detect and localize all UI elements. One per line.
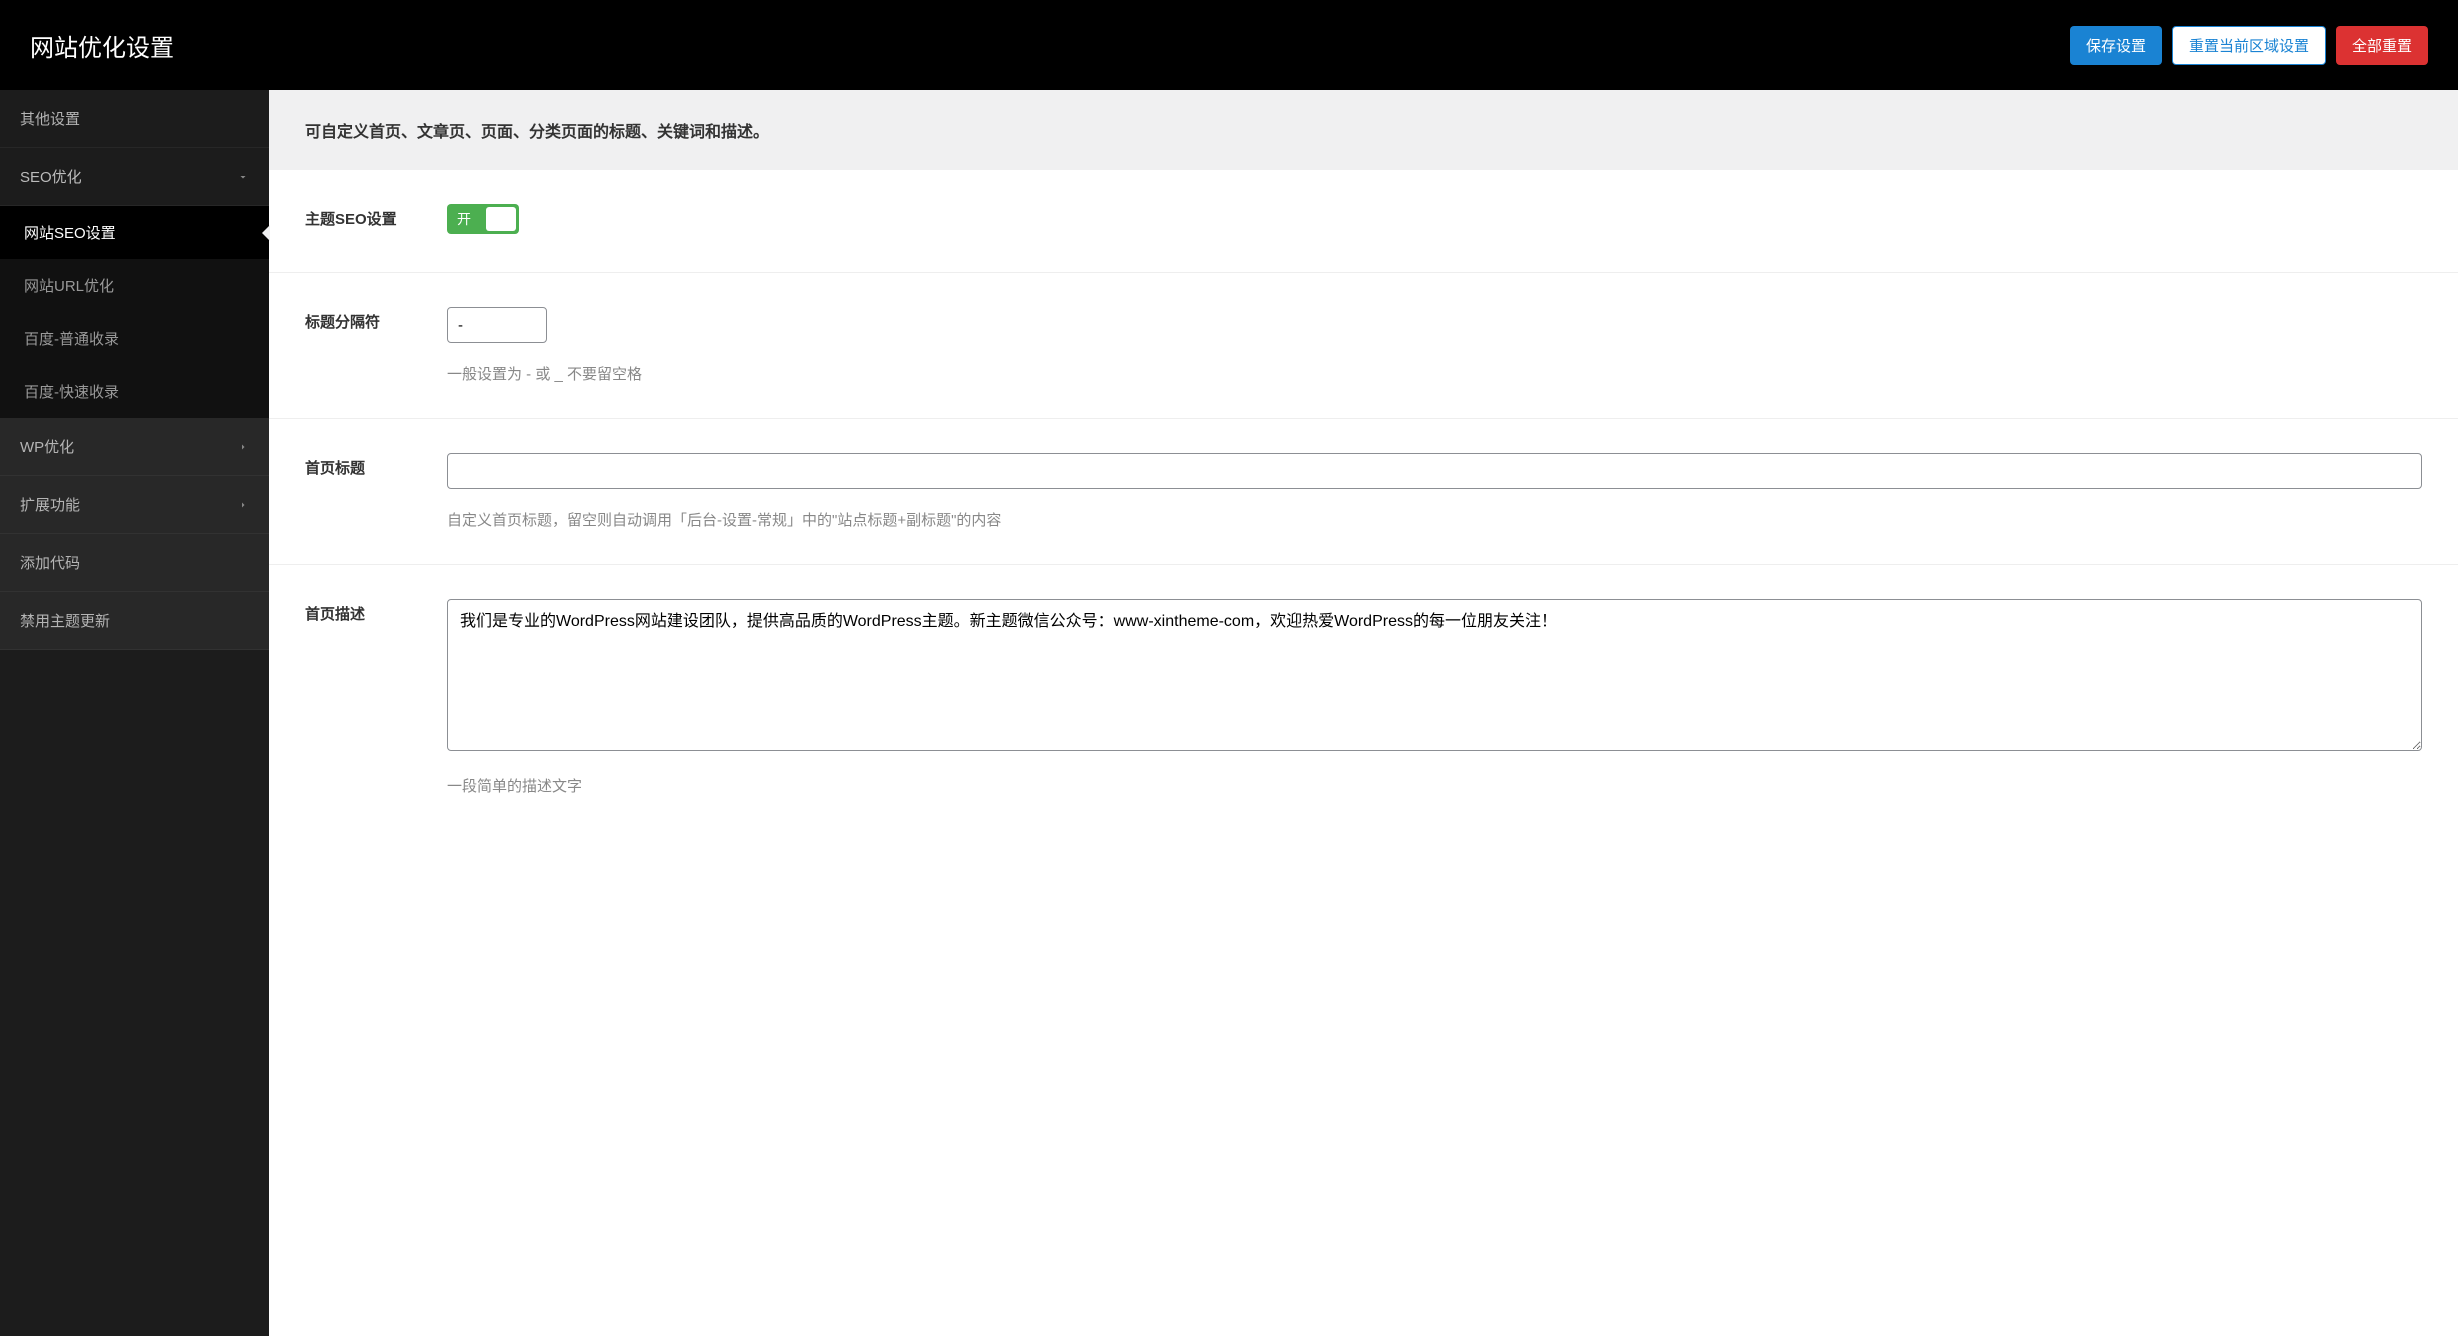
sidebar-subitem-url-optimize[interactable]: 网站URL优化	[0, 259, 269, 312]
sidebar-item-label: 百度-快速收录	[24, 384, 119, 401]
sidebar-item-label: 禁用主题更新	[20, 610, 110, 631]
main-container: 其他设置 SEO优化 网站SEO设置 网站URL优化 百度-普通收录 百度-快速…	[0, 90, 2458, 1336]
sidebar-item-other-settings[interactable]: 其他设置	[0, 90, 269, 148]
sidebar-item-label: 其他设置	[20, 108, 80, 129]
toggle-handle	[486, 207, 516, 231]
form-row-theme-seo: 主题SEO设置 开	[269, 170, 2458, 273]
sidebar-subitem-baidu-normal[interactable]: 百度-普通收录	[0, 312, 269, 365]
toggle-on-label: 开	[457, 209, 471, 229]
help-text: 一段简单的描述文字	[447, 775, 2422, 796]
sidebar-subitem-baidu-fast[interactable]: 百度-快速收录	[0, 365, 269, 418]
field-label: 标题分隔符	[305, 307, 447, 332]
page-title: 网站优化设置	[30, 28, 174, 63]
sidebar-item-extensions[interactable]: 扩展功能	[0, 476, 269, 534]
field-control: 一段简单的描述文字	[447, 599, 2422, 796]
chevron-right-icon	[237, 441, 249, 453]
sidebar-item-disable-theme-update[interactable]: 禁用主题更新	[0, 592, 269, 650]
field-label: 首页描述	[305, 599, 447, 624]
sidebar-subitem-site-seo[interactable]: 网站SEO设置	[0, 206, 269, 259]
home-title-input[interactable]	[447, 453, 2422, 489]
home-description-textarea[interactable]	[447, 599, 2422, 751]
sidebar-item-seo[interactable]: SEO优化	[0, 148, 269, 206]
header-actions: 保存设置 重置当前区域设置 全部重置	[2070, 26, 2428, 65]
page-description: 可自定义首页、文章页、页面、分类页面的标题、关键词和描述。	[269, 90, 2458, 170]
chevron-down-icon	[237, 171, 249, 183]
sidebar-item-wp-optimize[interactable]: WP优化	[0, 418, 269, 476]
field-label: 首页标题	[305, 453, 447, 478]
chevron-right-icon	[237, 499, 249, 511]
save-button[interactable]: 保存设置	[2070, 26, 2162, 65]
main-content: 可自定义首页、文章页、页面、分类页面的标题、关键词和描述。 主题SEO设置 开 …	[269, 90, 2458, 1336]
field-control: 开	[447, 204, 2422, 238]
sidebar-item-label: SEO优化	[20, 166, 82, 187]
reset-section-button[interactable]: 重置当前区域设置	[2172, 26, 2326, 65]
sidebar-item-label: 添加代码	[20, 552, 80, 573]
form-row-title-separator: 标题分隔符 一般设置为 - 或 _ 不要留空格	[269, 273, 2458, 419]
form-row-home-description: 首页描述 一段简单的描述文字	[269, 565, 2458, 830]
field-control: 自定义首页标题，留空则自动调用「后台-设置-常规」中的"站点标题+副标题"的内容	[447, 453, 2422, 530]
help-text: 自定义首页标题，留空则自动调用「后台-设置-常规」中的"站点标题+副标题"的内容	[447, 509, 2422, 530]
title-separator-input[interactable]	[447, 307, 547, 343]
sidebar-item-label: 网站SEO设置	[24, 225, 116, 242]
sidebar-item-label: 网站URL优化	[24, 278, 114, 295]
field-label: 主题SEO设置	[305, 204, 447, 229]
reset-all-button[interactable]: 全部重置	[2336, 26, 2428, 65]
field-control: 一般设置为 - 或 _ 不要留空格	[447, 307, 2422, 384]
sidebar-item-label: WP优化	[20, 436, 74, 457]
help-text: 一般设置为 - 或 _ 不要留空格	[447, 363, 2422, 384]
sidebar-item-add-code[interactable]: 添加代码	[0, 534, 269, 592]
sidebar: 其他设置 SEO优化 网站SEO设置 网站URL优化 百度-普通收录 百度-快速…	[0, 90, 269, 1336]
form-row-home-title: 首页标题 自定义首页标题，留空则自动调用「后台-设置-常规」中的"站点标题+副标…	[269, 419, 2458, 565]
theme-seo-toggle[interactable]: 开	[447, 204, 519, 234]
header: 网站优化设置 保存设置 重置当前区域设置 全部重置	[0, 0, 2458, 90]
sidebar-item-label: 百度-普通收录	[24, 331, 119, 348]
sidebar-item-label: 扩展功能	[20, 494, 80, 515]
